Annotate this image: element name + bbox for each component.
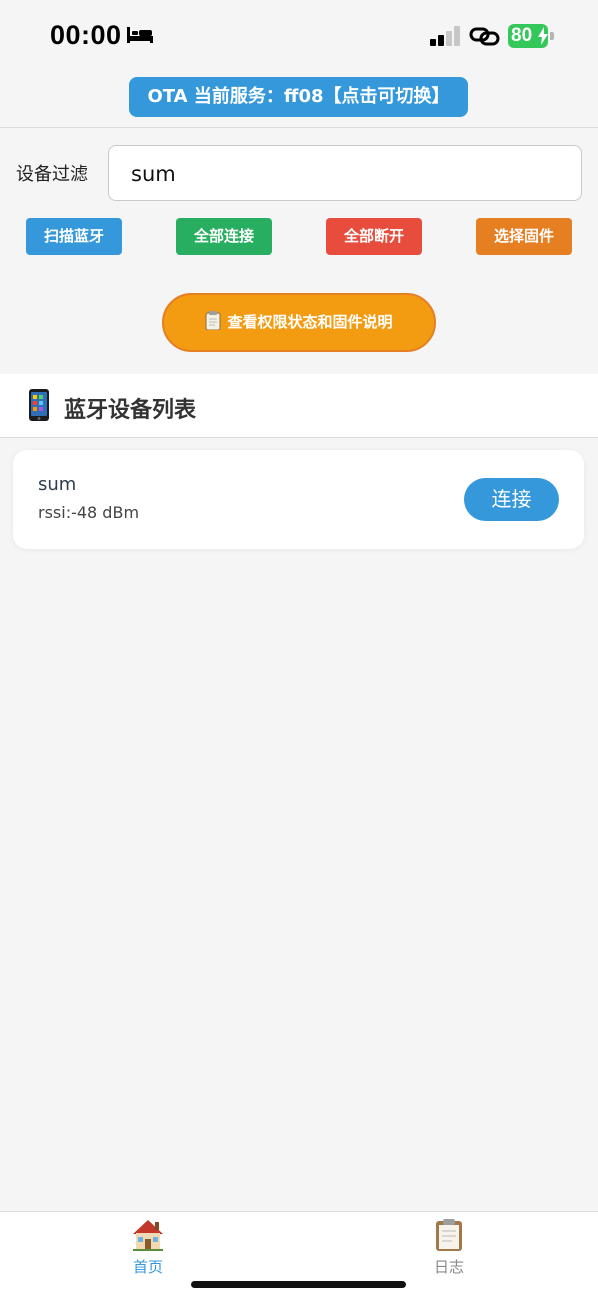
disconnect-all-button[interactable]: 全部断开: [326, 218, 422, 255]
ota-service-switch[interactable]: OTA 当前服务：ff08【点击可切换】: [129, 77, 468, 117]
status-time: 00:00: [50, 20, 122, 50]
device-list-item: sum rssi:-48 dBm 连接: [13, 450, 584, 549]
device-name: sum: [38, 474, 77, 495]
device-list-header: 蓝牙设备列表: [0, 374, 598, 438]
tab-log-label: 日志: [433, 1258, 464, 1276]
tab-home[interactable]: 首页: [88, 1212, 208, 1292]
link-icon: [469, 27, 500, 46]
connect-all-button[interactable]: 全部连接: [176, 218, 272, 255]
phone-icon: [29, 389, 49, 421]
tab-log[interactable]: 日志: [389, 1212, 509, 1292]
scan-bluetooth-button[interactable]: 扫描蓝牙: [26, 218, 122, 255]
status-bar: 00:00 80: [0, 0, 598, 70]
battery-level: 80: [511, 25, 533, 46]
battery-icon: 80: [508, 24, 554, 48]
signal-icon: [430, 26, 460, 46]
clipboard-icon: [436, 1219, 462, 1251]
device-list-title: 蓝牙设备列表: [64, 398, 197, 423]
tab-home-label: 首页: [132, 1258, 163, 1276]
app-screen: 00:00 80 OTA 当前服务：ff08【点击可切换】 设备过滤 sum 扫…: [0, 0, 598, 1300]
charging-bolt-icon: [538, 27, 548, 45]
device-filter-input[interactable]: sum: [108, 145, 582, 201]
permission-info-label: 查看权限状态和固件说明: [227, 313, 393, 331]
divider: [0, 127, 598, 128]
permission-info-button[interactable]: 查看权限状态和固件说明: [162, 293, 436, 352]
home-indicator: [191, 1281, 406, 1288]
clipboard-icon: [205, 311, 221, 330]
connect-button[interactable]: 连接: [464, 478, 559, 521]
bed-icon: [127, 27, 153, 43]
select-firmware-button[interactable]: 选择固件: [476, 218, 572, 255]
house-icon: [133, 1220, 163, 1251]
filter-label: 设备过滤: [16, 164, 88, 185]
device-rssi: rssi:-48 dBm: [38, 503, 140, 522]
